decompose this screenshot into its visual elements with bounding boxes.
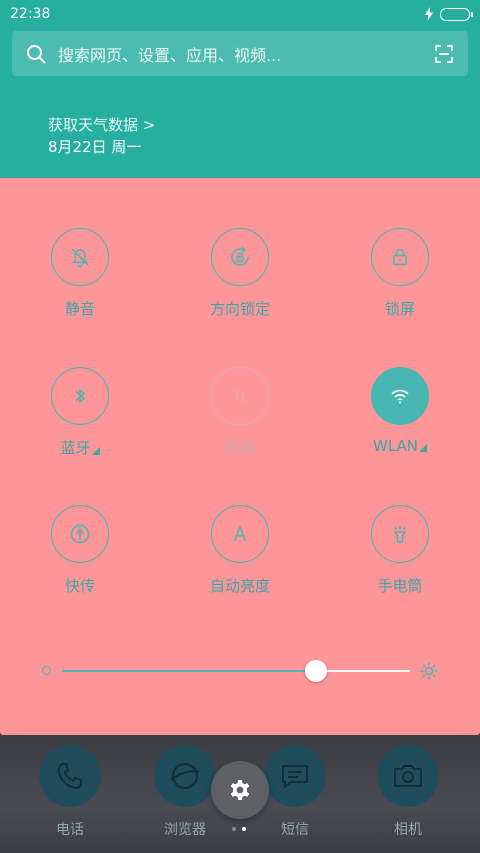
tile-bluetooth-label: 蓝牙 (60, 437, 100, 458)
tile-quick-share-circle[interactable] (51, 505, 109, 563)
tile-auto-brightness-label: 自动亮度 (209, 577, 270, 595)
tile-bluetooth[interactable]: 蓝牙 (0, 367, 160, 458)
tile-wlan-circle[interactable] (371, 367, 429, 425)
tile-rotation-lock-label: 方向锁定 (209, 300, 270, 318)
wifi-icon (391, 389, 409, 404)
scan-icon[interactable] (434, 44, 454, 64)
status-icons (424, 7, 473, 21)
expand-triangle-icon (91, 447, 100, 455)
dock-app-browser-label: 浏览器 (164, 822, 206, 838)
tile-lock-screen[interactable]: 锁屏 (320, 228, 480, 319)
dock-app-camera[interactable]: 相机 (368, 745, 448, 839)
tile-bluetooth-circle[interactable] (51, 367, 109, 425)
tile-flashlight[interactable]: 手电筒 (320, 505, 480, 596)
camera-app-icon[interactable] (377, 745, 439, 807)
bluetooth-icon (75, 389, 85, 403)
charging-icon (425, 7, 433, 21)
search-input[interactable]: 搜索网页、设置、应用、视频... (58, 42, 434, 66)
auto-brightness-icon (233, 526, 247, 542)
rotation-lock-icon (231, 246, 249, 266)
quick-share-icon (70, 524, 90, 544)
search-bar[interactable]: 搜索网页、设置、应用、视频... (12, 31, 468, 76)
brightness-track[interactable] (62, 670, 410, 672)
tile-lock-screen-circle[interactable] (371, 228, 429, 286)
tile-quick-share-label: 快传 (64, 577, 95, 595)
dock-app-phone-label: 电话 (56, 822, 84, 838)
message-app-icon[interactable] (264, 745, 326, 807)
tile-rotation-lock-circle[interactable] (211, 228, 269, 286)
tile-flashlight-circle[interactable] (371, 505, 429, 563)
weather-widget[interactable]: 获取天气数据 > 8月22日 周一 (48, 114, 155, 158)
flashlight-icon (394, 526, 406, 543)
notification-header: 22:38 搜索网页、设置、应用、视频... 获取天气数据 > 8月22日 周一 (0, 0, 480, 178)
phone-icon (57, 763, 82, 790)
tile-wlan-text: WLAN (372, 437, 418, 455)
tile-quick-share[interactable]: 快传 (0, 505, 160, 596)
page-dot (232, 827, 236, 831)
expand-triangle-icon (419, 444, 427, 452)
tile-auto-brightness-circle[interactable] (211, 505, 269, 563)
lock-icon (393, 248, 407, 266)
brightness-thumb[interactable] (305, 660, 328, 682)
mobile-data-icon (234, 389, 246, 403)
quick-settings-panel: 静音 方向锁定 锁屏 蓝牙 数据 WLAN 快传 自动亮度 手电筒 (0, 178, 480, 735)
brightness-slider[interactable] (40, 656, 440, 686)
dock-app-phone[interactable]: 电话 (30, 745, 110, 839)
dock-app-camera-label: 相机 (394, 822, 422, 838)
battery-icon (440, 7, 473, 21)
dock-app-message-label: 短信 (281, 822, 309, 838)
status-time: 22:38 (10, 6, 51, 22)
tile-mute-circle[interactable] (51, 228, 109, 286)
bell-off-icon (71, 248, 89, 268)
brightness-high-icon (420, 662, 438, 680)
page-dot-active (242, 827, 246, 831)
brightness-low-icon (42, 666, 51, 675)
settings-button[interactable] (211, 761, 269, 819)
weather-link[interactable]: 获取天气数据 > (48, 114, 155, 136)
tile-mobile-data[interactable]: 数据 (160, 367, 320, 458)
search-icon (27, 44, 46, 64)
brightness-progress (62, 670, 317, 672)
phone-app-icon[interactable] (39, 745, 101, 807)
tile-mute[interactable]: 静音 (0, 228, 160, 319)
tile-wlan[interactable]: WLAN (320, 367, 480, 455)
tile-lock-screen-label: 锁屏 (384, 300, 415, 318)
tile-mute-label: 静音 (64, 300, 95, 318)
status-bar: 22:38 (0, 0, 480, 28)
tile-mobile-data-circle[interactable] (211, 367, 269, 425)
tile-flashlight-label: 手电筒 (377, 577, 423, 595)
camera-icon (394, 765, 422, 787)
tile-bluetooth-text: 蓝牙 (60, 439, 91, 457)
tile-rotation-lock[interactable]: 方向锁定 (160, 228, 320, 319)
message-icon (282, 765, 308, 788)
tile-auto-brightness[interactable]: 自动亮度 (160, 505, 320, 596)
page-indicator (232, 827, 246, 831)
weather-date: 8月22日 周一 (48, 138, 142, 156)
browser-app-icon[interactable] (154, 745, 216, 807)
tile-mobile-data-label: 数据 (224, 439, 255, 457)
tile-wlan-label: WLAN (373, 437, 427, 455)
gear-icon (230, 780, 250, 800)
browser-icon (170, 763, 200, 789)
